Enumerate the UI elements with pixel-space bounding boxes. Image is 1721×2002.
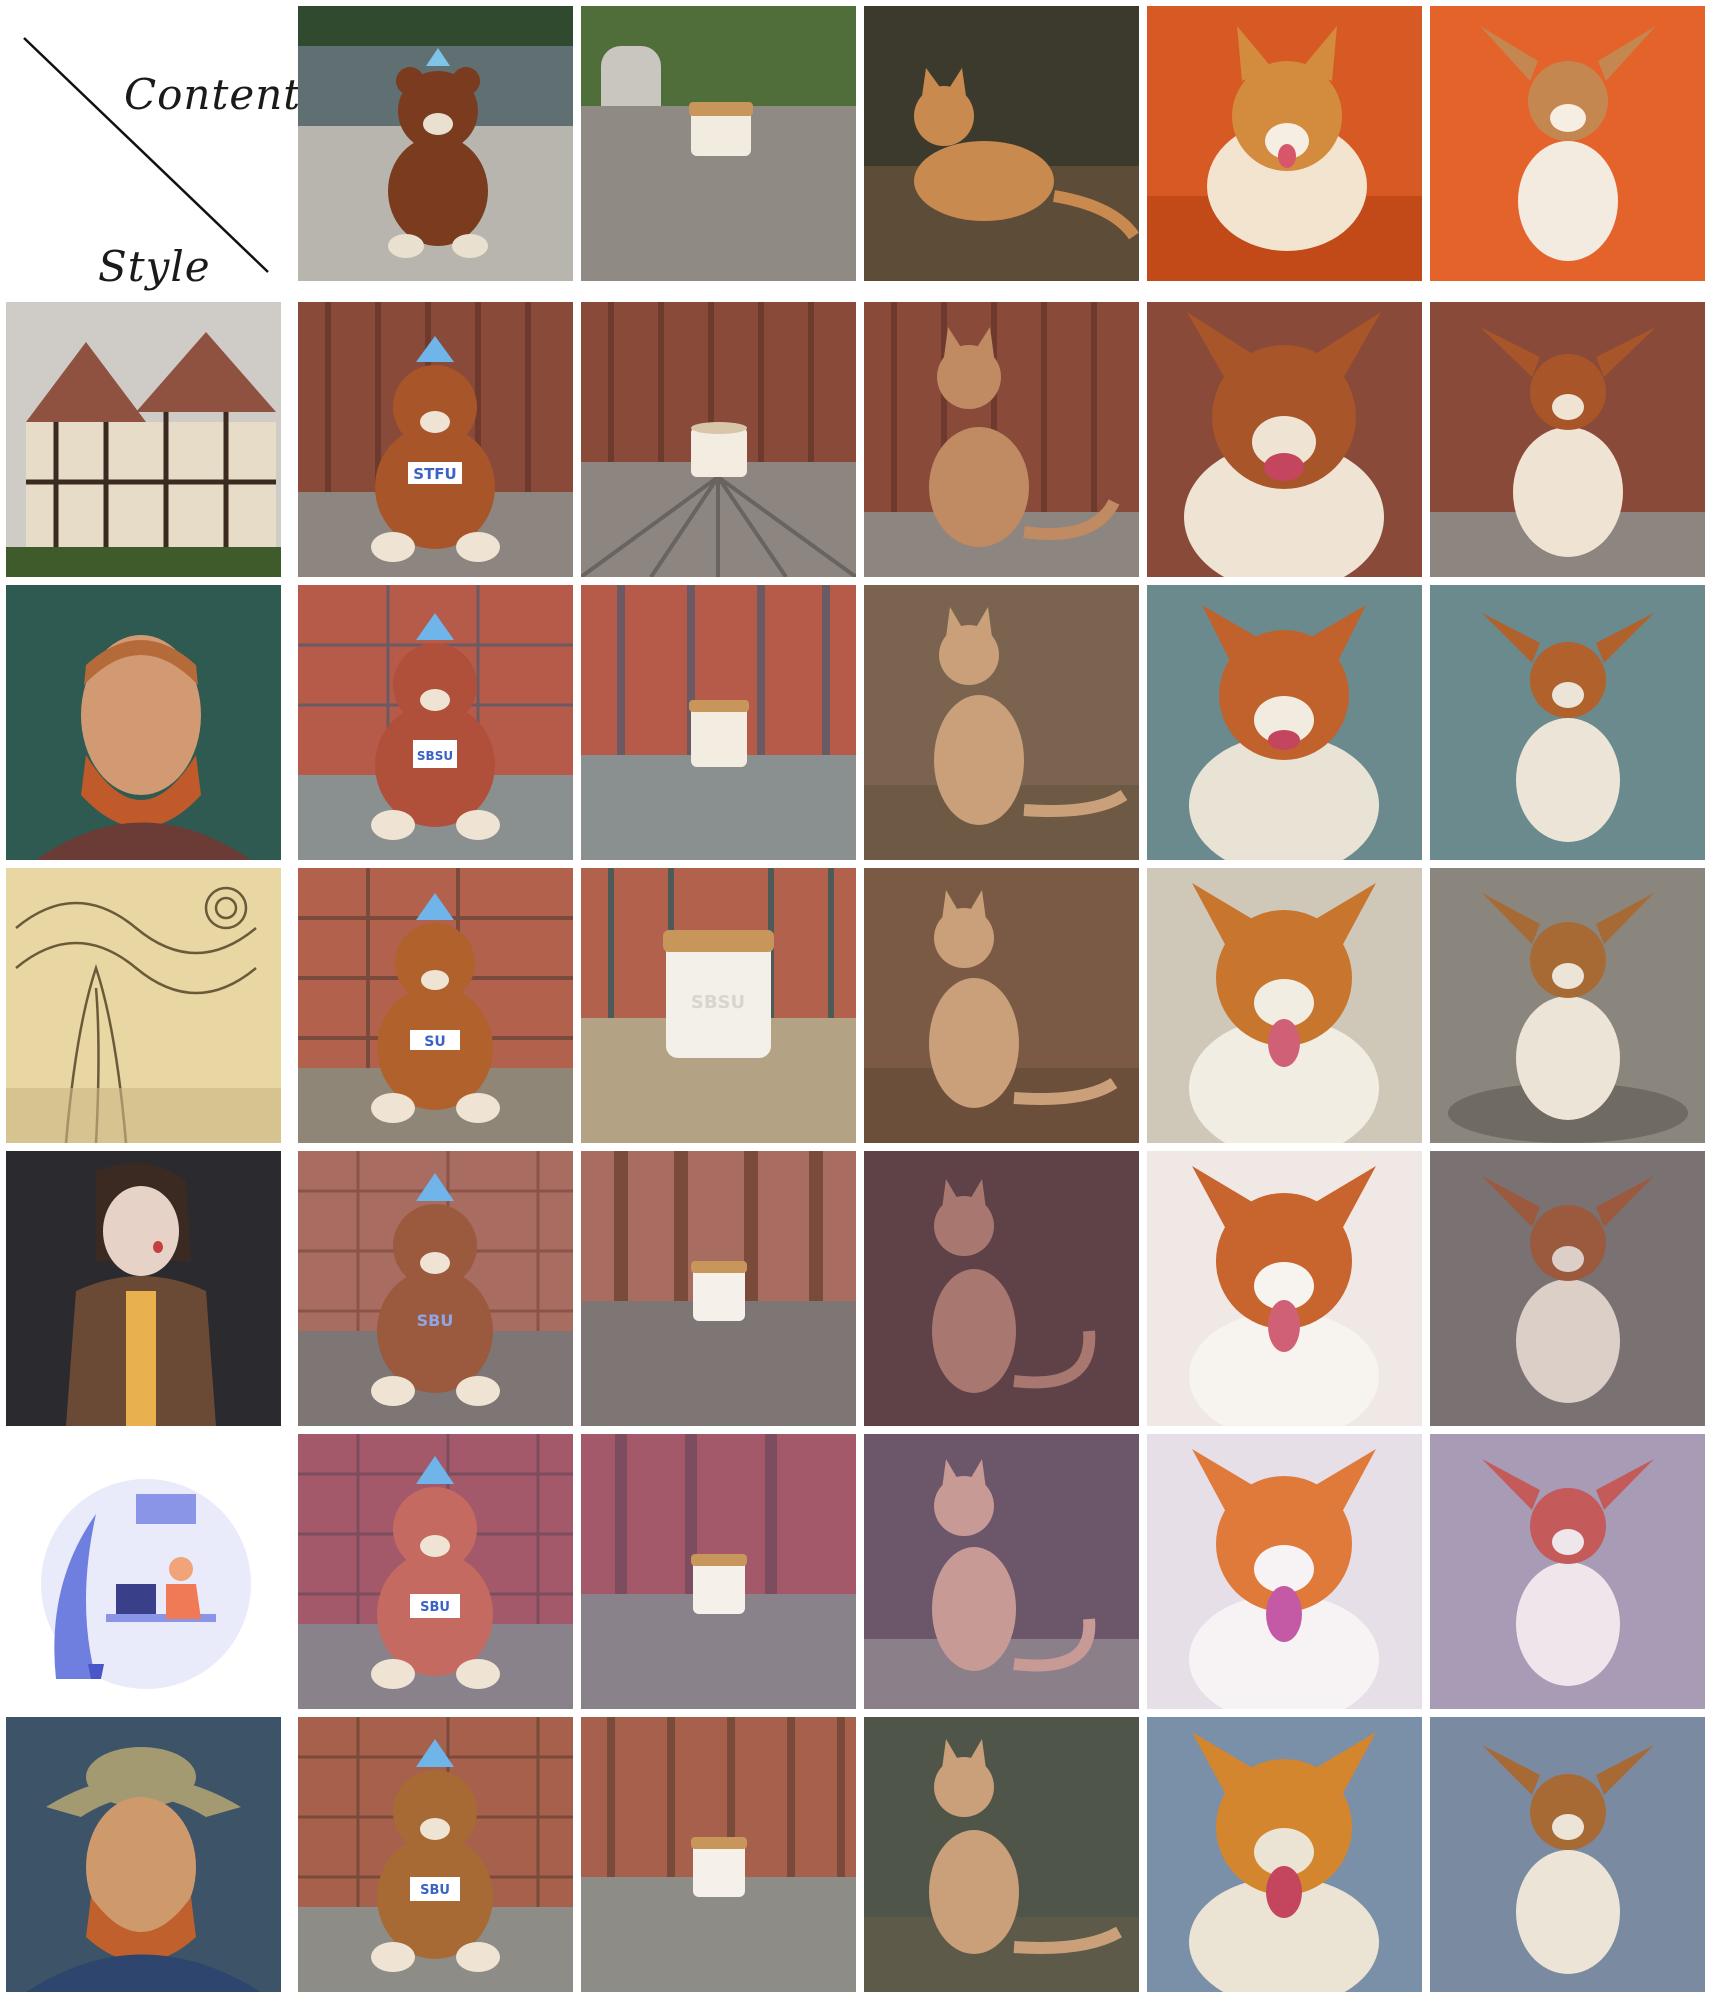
result-3d-puppy	[1430, 1151, 1705, 1426]
content-image-teddy-bear	[298, 6, 573, 281]
content-axis-label: Content	[124, 70, 302, 119]
result-impressionist-teddy-bear: SBU	[298, 1717, 573, 1992]
teddy-label-row1: STFU	[413, 465, 456, 483]
teddy-label-row6: SBU	[420, 1883, 450, 1898]
result-sketch-teddy-bear: SU	[298, 868, 573, 1143]
result-pointillist-candle-jar	[581, 585, 856, 860]
content-image-cat	[864, 6, 1139, 281]
result-pointillist-corgi	[1147, 585, 1422, 860]
teddy-label-row3: SU	[424, 1034, 445, 1050]
teddy-label-row5: SBU	[420, 1600, 450, 1615]
content-image-puppy	[1430, 6, 1705, 281]
result-3d-cat	[864, 1151, 1139, 1426]
result-pointillist-teddy-bear: SBSU	[298, 585, 573, 860]
result-tudor-puppy	[1430, 302, 1705, 577]
result-flat-candle-jar	[581, 1434, 856, 1709]
result-pointillist-puppy	[1430, 585, 1705, 860]
result-impressionist-puppy	[1430, 1717, 1705, 1992]
style-axis-label: Style	[98, 242, 211, 291]
result-3d-candle-jar	[581, 1151, 856, 1426]
result-pointillist-cat	[864, 585, 1139, 860]
style-image-tudor-house	[6, 302, 281, 577]
result-impressionist-candle-jar	[581, 1717, 856, 1992]
result-sketch-cat	[864, 868, 1139, 1143]
style-image-pointillist-portrait	[6, 585, 281, 860]
content-image-candle-jar	[581, 6, 856, 281]
teddy-label-row4: SBU	[417, 1311, 454, 1330]
result-sketch-corgi	[1147, 868, 1422, 1143]
content-image-corgi	[1147, 6, 1422, 281]
teddy-label-row2: SBSU	[417, 749, 453, 763]
style-image-starry-sketch	[6, 868, 281, 1143]
result-sketch-candle-jar: SBSU	[581, 868, 856, 1143]
result-flat-cat	[864, 1434, 1139, 1709]
result-flat-teddy-bear: SBU	[298, 1434, 573, 1709]
candle-label-row3: SBSU	[691, 992, 745, 1013]
result-impressionist-cat	[864, 1717, 1139, 1992]
result-flat-corgi	[1147, 1434, 1422, 1709]
result-sketch-puppy	[1430, 868, 1705, 1143]
style-image-impressionist-hat	[6, 1717, 281, 1992]
result-tudor-candle-jar	[581, 302, 856, 577]
result-impressionist-corgi	[1147, 1717, 1422, 1992]
style-image-flat-illustration	[6, 1434, 281, 1709]
result-tudor-cat	[864, 302, 1139, 577]
result-tudor-teddy-bear: STFU	[298, 302, 573, 577]
grid-corner-header: Content Style	[6, 6, 300, 291]
result-tudor-corgi	[1147, 302, 1422, 577]
result-3d-corgi	[1147, 1151, 1422, 1426]
result-flat-puppy	[1430, 1434, 1705, 1709]
style-transfer-grid: Content Style STFU SBSU SU SBSU SBU SBU …	[0, 0, 1721, 2002]
style-image-3d-character	[6, 1151, 281, 1426]
result-3d-teddy-bear: SBU	[298, 1151, 573, 1426]
